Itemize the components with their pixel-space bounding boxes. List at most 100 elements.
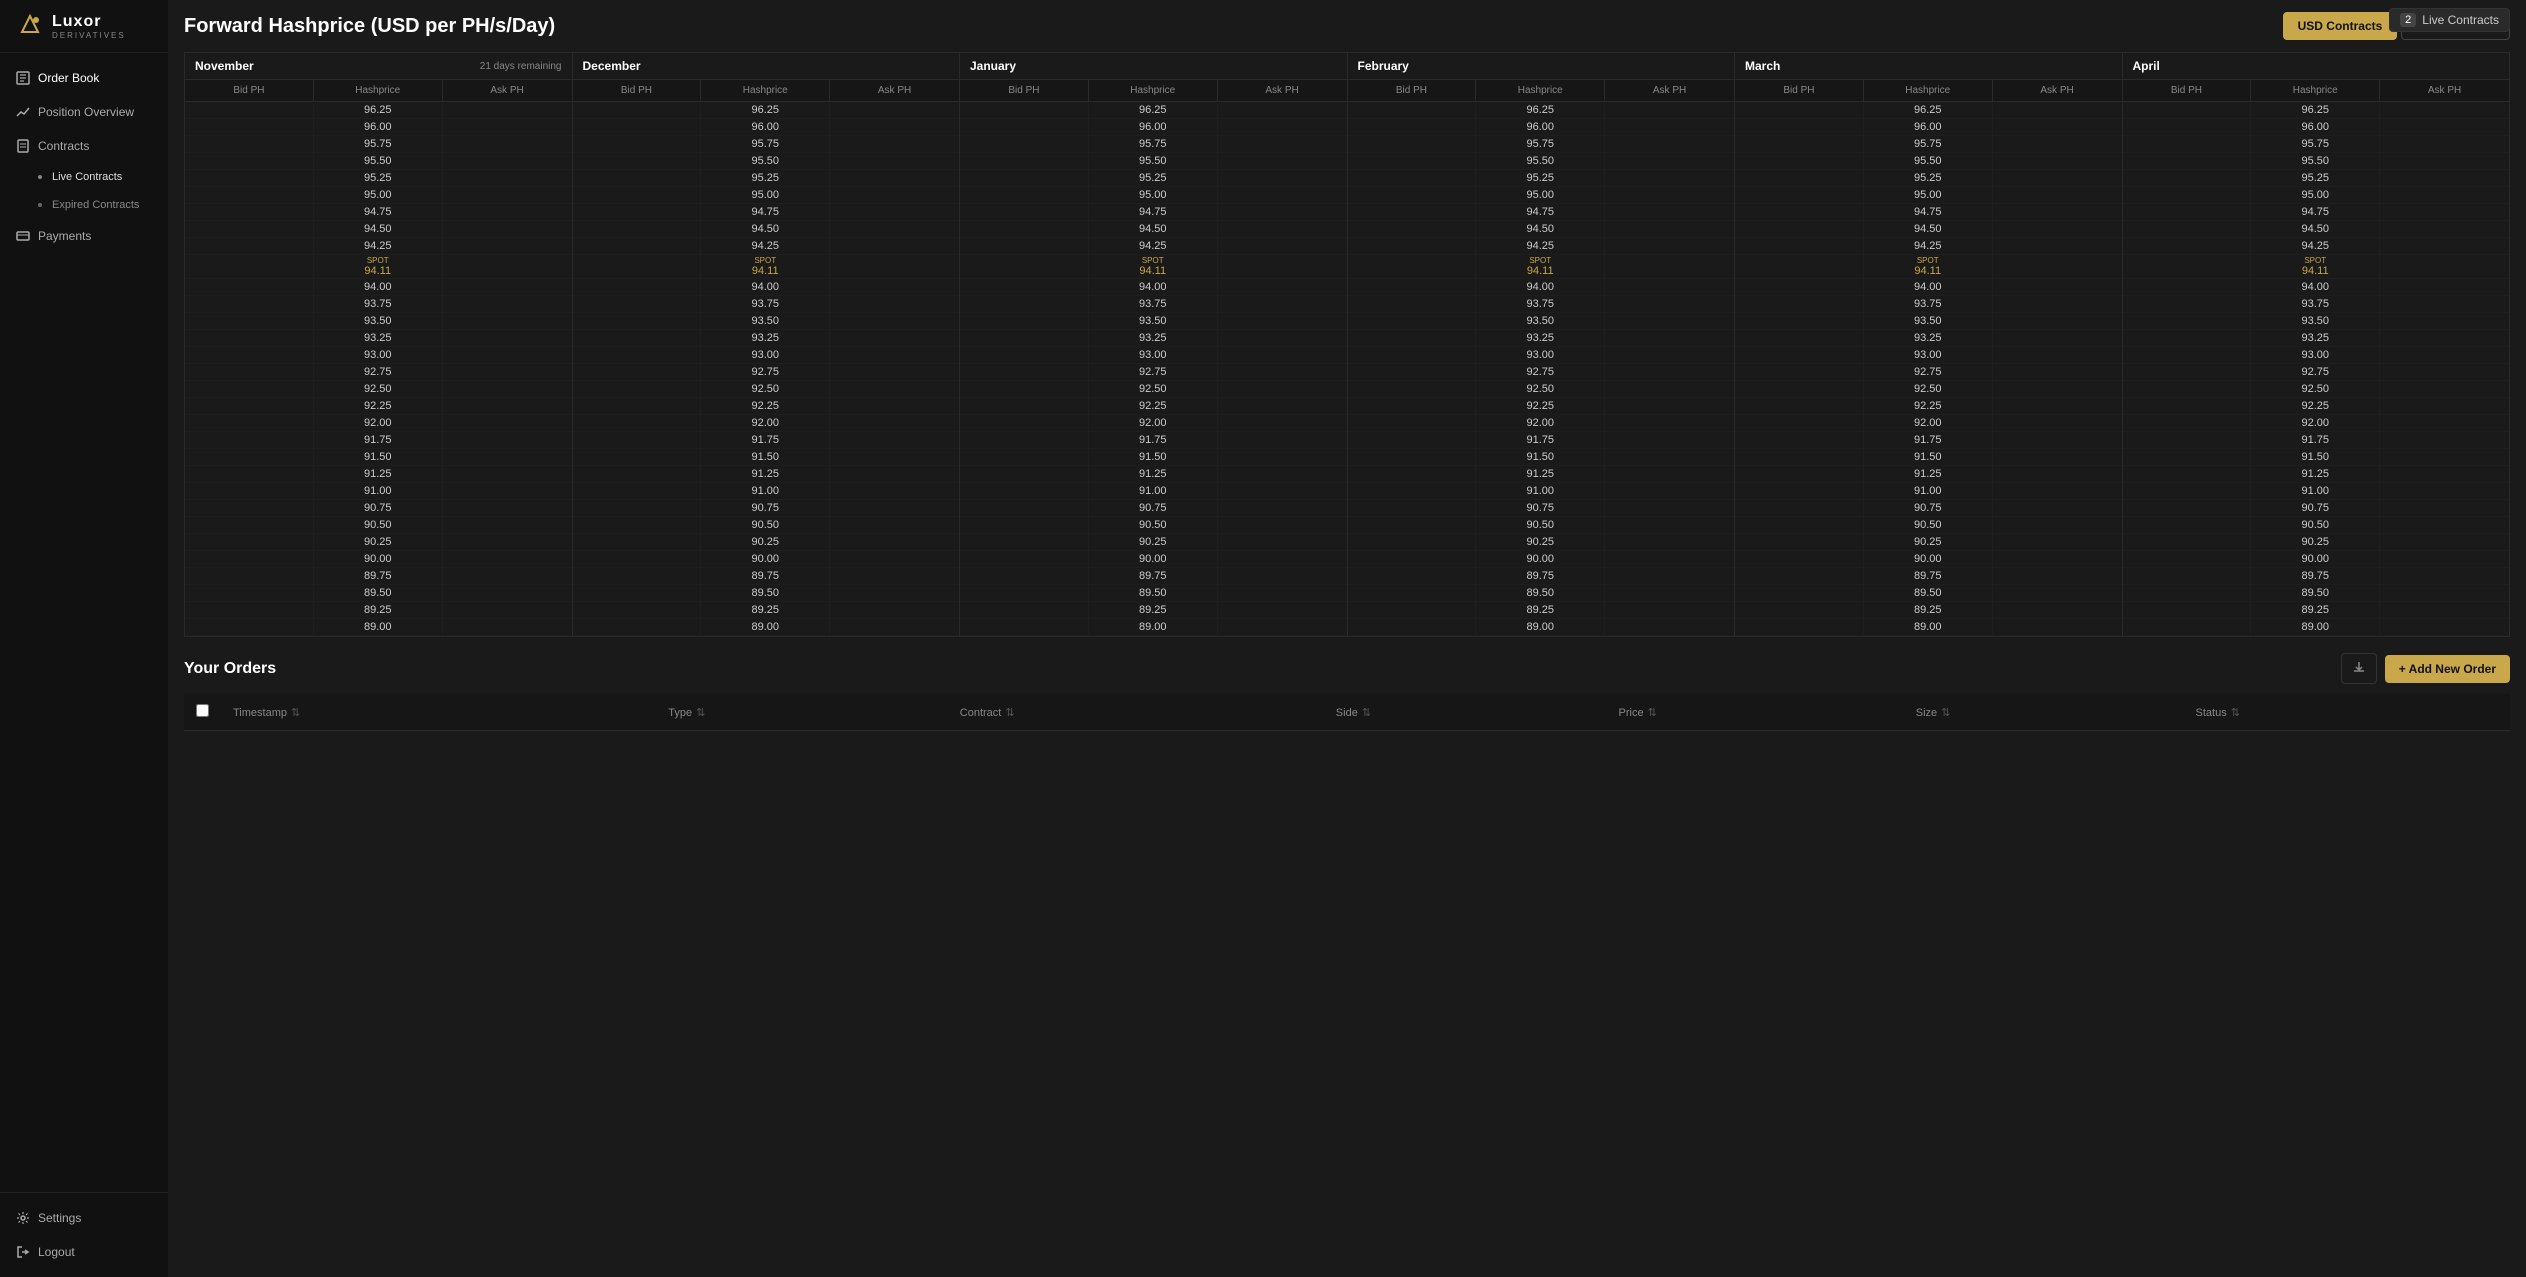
price-row[interactable]: 91.75 (1348, 432, 1735, 449)
price-row[interactable]: 92.75 (1735, 364, 2122, 381)
price-row[interactable]: 95.50 (185, 153, 572, 170)
price-row[interactable]: 89.50 (2123, 585, 2510, 602)
download-button[interactable] (2341, 653, 2377, 684)
price-row[interactable]: 91.00 (185, 483, 572, 500)
price-row[interactable]: 94.75 (573, 204, 960, 221)
price-row[interactable]: 94.50 (1735, 221, 2122, 238)
price-row[interactable]: 90.00 (1735, 551, 2122, 568)
price-row[interactable]: 90.75 (185, 500, 572, 517)
price-row[interactable]: 92.50 (960, 381, 1347, 398)
price-row[interactable]: 91.25 (960, 466, 1347, 483)
price-row[interactable]: 96.25 (573, 102, 960, 119)
price-row[interactable]: 95.00 (573, 187, 960, 204)
price-row[interactable]: 96.00 (960, 119, 1347, 136)
price-row[interactable]: 92.50 (2123, 381, 2510, 398)
price-row[interactable]: 93.00 (185, 347, 572, 364)
price-row[interactable]: 94.00 (1735, 279, 2122, 296)
price-row[interactable]: 93.75 (960, 296, 1347, 313)
price-row[interactable]: 91.25 (185, 466, 572, 483)
price-row[interactable]: 91.00 (573, 483, 960, 500)
price-row[interactable]: 92.75 (2123, 364, 2510, 381)
price-row[interactable]: 89.00 (1735, 619, 2122, 636)
price-row[interactable]: 92.50 (573, 381, 960, 398)
price-row[interactable]: 91.50 (185, 449, 572, 466)
price-row[interactable]: 89.25 (573, 602, 960, 619)
price-row[interactable]: 89.75 (1348, 568, 1735, 585)
price-row[interactable]: 93.25 (185, 330, 572, 347)
price-row[interactable]: 90.50 (2123, 517, 2510, 534)
price-row[interactable]: 96.25 (2123, 102, 2510, 119)
price-row[interactable]: 93.25 (1735, 330, 2122, 347)
price-row[interactable]: 89.25 (1735, 602, 2122, 619)
sidebar-item-contracts[interactable]: Contracts (0, 129, 168, 163)
price-row[interactable]: 95.75 (960, 136, 1347, 153)
price-row[interactable]: 92.00 (960, 415, 1347, 432)
price-row[interactable]: 90.00 (1348, 551, 1735, 568)
price-row[interactable]: 94.00 (960, 279, 1347, 296)
price-row[interactable]: 95.75 (1735, 136, 2122, 153)
price-row[interactable]: 94.50 (1348, 221, 1735, 238)
price-row[interactable]: 90.50 (960, 517, 1347, 534)
add-new-order-button[interactable]: + Add New Order (2385, 655, 2510, 683)
price-row[interactable]: 91.75 (185, 432, 572, 449)
price-row[interactable]: 89.50 (1348, 585, 1735, 602)
price-row[interactable]: 90.50 (185, 517, 572, 534)
price-row[interactable]: 89.50 (573, 585, 960, 602)
price-row[interactable]: 94.75 (1735, 204, 2122, 221)
price-row[interactable]: 93.00 (1735, 347, 2122, 364)
price-row[interactable]: 92.25 (185, 398, 572, 415)
price-row[interactable]: 95.50 (2123, 153, 2510, 170)
price-row[interactable]: 93.75 (1348, 296, 1735, 313)
price-row[interactable]: 96.25 (1348, 102, 1735, 119)
price-row[interactable]: 92.75 (573, 364, 960, 381)
price-row[interactable]: 90.50 (1735, 517, 2122, 534)
price-row[interactable]: 93.25 (1348, 330, 1735, 347)
price-row[interactable]: 90.00 (2123, 551, 2510, 568)
price-row[interactable]: 94.75 (1348, 204, 1735, 221)
price-row[interactable]: 93.50 (1348, 313, 1735, 330)
price-row[interactable]: 91.25 (1348, 466, 1735, 483)
price-row[interactable]: 94.25 (1735, 238, 2122, 255)
price-row[interactable]: 94.25 (1348, 238, 1735, 255)
price-row[interactable]: 91.50 (1735, 449, 2122, 466)
price-row[interactable]: 91.00 (1735, 483, 2122, 500)
price-row[interactable]: 96.00 (1348, 119, 1735, 136)
price-row[interactable]: 89.25 (960, 602, 1347, 619)
price-row[interactable]: 90.50 (573, 517, 960, 534)
price-row[interactable]: 91.25 (2123, 466, 2510, 483)
price-row[interactable]: 91.25 (1735, 466, 2122, 483)
price-row[interactable]: 89.00 (2123, 619, 2510, 636)
price-row[interactable]: 94.50 (960, 221, 1347, 238)
price-row[interactable]: 95.75 (573, 136, 960, 153)
price-row[interactable]: 95.50 (1348, 153, 1735, 170)
price-row[interactable]: 92.25 (1735, 398, 2122, 415)
price-row[interactable]: 92.25 (1348, 398, 1735, 415)
price-row[interactable]: 89.25 (2123, 602, 2510, 619)
price-row[interactable]: 94.75 (2123, 204, 2510, 221)
price-row[interactable]: 92.75 (1348, 364, 1735, 381)
price-row[interactable]: 91.75 (2123, 432, 2510, 449)
price-row[interactable]: 89.00 (185, 619, 572, 636)
price-row[interactable]: 90.25 (960, 534, 1347, 551)
price-row[interactable]: 95.75 (185, 136, 572, 153)
price-row[interactable]: 90.50 (1348, 517, 1735, 534)
sidebar-item-live-contracts[interactable]: Live Contracts (0, 163, 168, 191)
price-row[interactable]: 91.75 (960, 432, 1347, 449)
price-row[interactable]: 89.00 (573, 619, 960, 636)
price-row[interactable]: 92.25 (573, 398, 960, 415)
price-row[interactable]: 89.50 (185, 585, 572, 602)
price-row[interactable]: 92.00 (1735, 415, 2122, 432)
sidebar-item-logout[interactable]: Logout (0, 1235, 168, 1269)
price-row[interactable]: 93.75 (1735, 296, 2122, 313)
price-row[interactable]: 90.75 (1348, 500, 1735, 517)
price-row[interactable]: 92.50 (185, 381, 572, 398)
price-row[interactable]: 95.00 (2123, 187, 2510, 204)
price-row[interactable]: 89.25 (1348, 602, 1735, 619)
price-row[interactable]: 95.00 (960, 187, 1347, 204)
price-row[interactable]: 93.75 (185, 296, 572, 313)
sidebar-item-order-book[interactable]: Order Book (0, 61, 168, 95)
price-row[interactable]: 91.00 (1348, 483, 1735, 500)
price-row[interactable]: 95.50 (573, 153, 960, 170)
price-row[interactable]: 93.00 (2123, 347, 2510, 364)
price-row[interactable]: 94.50 (185, 221, 572, 238)
